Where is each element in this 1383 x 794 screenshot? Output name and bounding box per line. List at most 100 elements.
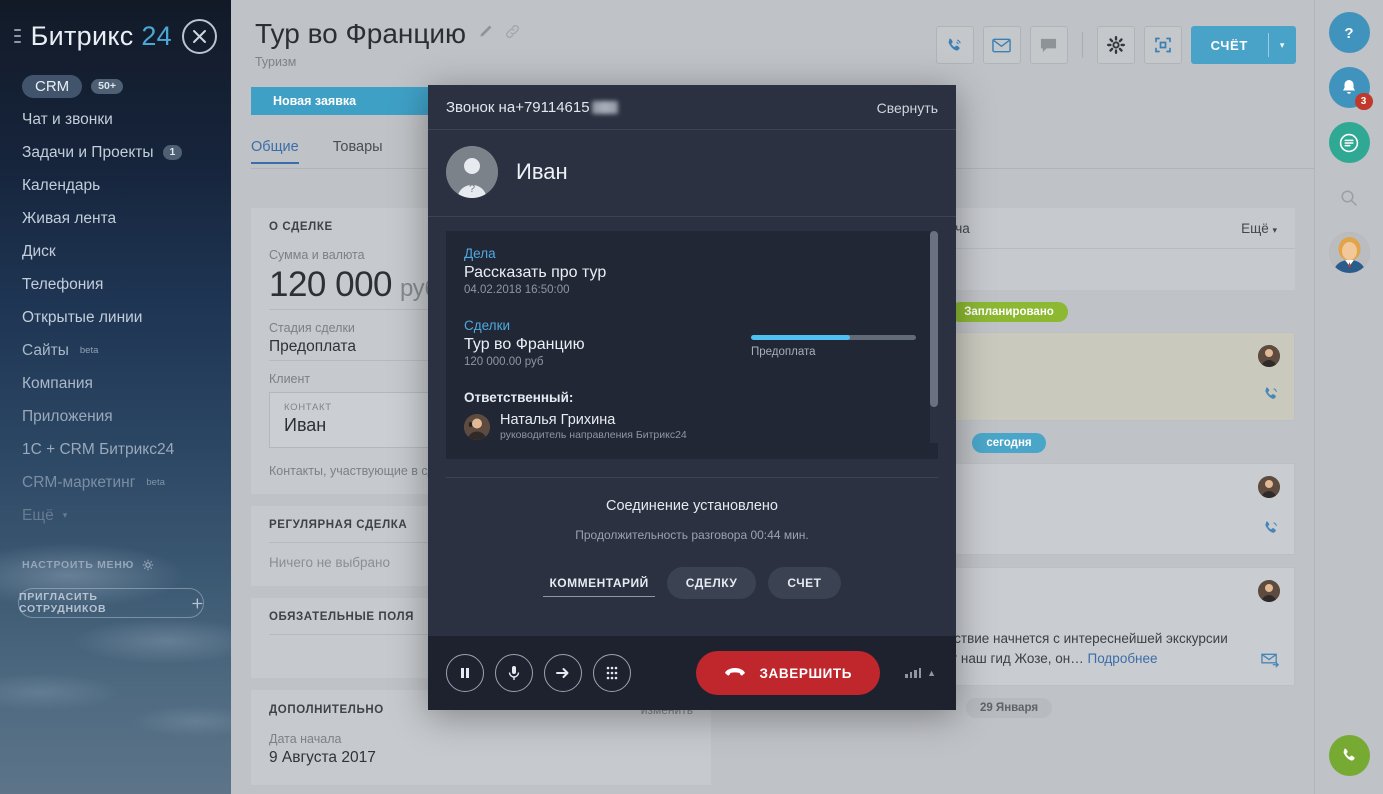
sidebar-item-label: Открытые линии (22, 308, 143, 326)
sidebar-item-badge: 50+ (91, 78, 123, 95)
toolbar-divider (1081, 32, 1083, 58)
search-icon (1341, 189, 1357, 206)
pause-button[interactable] (446, 654, 484, 692)
sidebar-item-calendar[interactable]: Календарь (0, 169, 231, 202)
configure-menu-button[interactable]: Настроить меню (0, 554, 231, 576)
link-icon[interactable] (505, 24, 520, 44)
sidebar-item-label: Календарь (22, 176, 101, 194)
help-button[interactable]: ? (1328, 12, 1370, 53)
plus-icon (192, 597, 203, 609)
sidebar-item-1c-crm[interactable]: 1С + CRM Битрикс24 (0, 433, 231, 466)
sidebar-item-label: Ещё (22, 506, 54, 524)
scrollbar-thumb (930, 231, 938, 407)
active-call-dialog: Звонок на +79114615 Свернуть ? Иван Дела… (428, 85, 956, 710)
sidebar-item-label: Задачи и Проекты (22, 143, 154, 161)
end-call-button[interactable]: ЗАВЕРШИТЬ (696, 651, 881, 695)
minimize-button[interactable]: Свернуть (877, 100, 938, 116)
sidebar-item-chat-calls[interactable]: Чат и звонки (0, 103, 231, 136)
sidebar-item-crm[interactable]: CRM 50+ (0, 70, 231, 103)
call-contact-row: ? Иван (428, 130, 956, 217)
phone-icon (1262, 519, 1280, 542)
pencil-icon[interactable] (478, 24, 493, 44)
tab-general[interactable]: Общие (251, 139, 299, 164)
transfer-button[interactable] (544, 654, 582, 692)
email-button[interactable] (982, 26, 1021, 64)
envelope-forward-icon (1261, 652, 1280, 673)
amount-number: 120 000 (269, 265, 393, 304)
sidebar-item-company[interactable]: Компания (0, 367, 231, 400)
automation-icon (1154, 37, 1171, 53)
sidebar: Битрикс 24 CRM 50+ Чат и звонки Задачи и… (0, 0, 231, 794)
stage-label: Новая заявка (273, 94, 357, 108)
messenger-icon (1339, 133, 1359, 152)
call-button[interactable] (935, 26, 974, 64)
sidebar-item-disk[interactable]: Диск (0, 235, 231, 268)
activity-datetime: 04.02.2018 16:50:00 (464, 284, 570, 296)
sidebar-item-label: Чат и звонки (22, 110, 113, 128)
activities-section-title[interactable]: Дела (464, 246, 920, 261)
phone-icon (948, 38, 961, 51)
deals-section-title[interactable]: Сделки (464, 318, 920, 333)
sidebar-item-badge: 1 (162, 144, 183, 161)
stage-new-request[interactable]: Новая заявка (251, 87, 454, 115)
sidebar-item-label: Телефония (22, 275, 104, 293)
chat-button[interactable] (1029, 26, 1068, 64)
field-label: Дата начала (269, 732, 342, 746)
settings-button[interactable] (1096, 26, 1135, 64)
messenger-button[interactable] (1328, 122, 1370, 163)
tab-products[interactable]: Товары (333, 139, 383, 164)
sidebar-item-applications[interactable]: Приложения (0, 400, 231, 433)
mute-button[interactable] (495, 654, 533, 692)
signal-bars-icon[interactable]: ▲ (905, 668, 936, 678)
progress-label: Предоплата (751, 346, 816, 358)
chat-bubble-icon (1041, 38, 1057, 52)
svg-text:?: ? (1344, 25, 1353, 42)
create-invoice-button[interactable]: СЧЕТ (768, 567, 841, 599)
avatar[interactable] (1328, 232, 1370, 273)
menu-burger-icon[interactable] (14, 29, 21, 43)
gear-icon (142, 559, 154, 571)
sidebar-item-label: Сайты (22, 341, 69, 359)
connection-status: Соединение установлено (605, 498, 779, 514)
sidebar-item-telephony[interactable]: Телефония (0, 268, 231, 301)
chevron-up-icon: ▲ (927, 668, 936, 678)
close-icon[interactable] (182, 18, 217, 54)
sidebar-item-label: Диск (22, 242, 56, 260)
invoice-button[interactable]: СЧЁТ ▾ (1190, 26, 1296, 64)
automation-button[interactable] (1143, 26, 1182, 64)
deal-progress: Предоплата (751, 335, 916, 358)
phone-icon (1262, 385, 1280, 408)
sidebar-item-sites[interactable]: Сайты beta (0, 334, 231, 367)
chevron-down-icon[interactable]: ▾ (1269, 40, 1296, 51)
scrollbar[interactable] (930, 231, 938, 443)
call-fab-button[interactable] (1329, 735, 1370, 776)
call-title-prefix: Звонок на (446, 99, 516, 116)
field-start-date[interactable]: Дата начала 9 Августа 2017 (269, 728, 693, 771)
sidebar-item-more[interactable]: Ещё ▾ (0, 499, 231, 532)
search-button[interactable] (1329, 177, 1370, 218)
microphone-icon (508, 666, 520, 680)
sidebar-item-label: 1С + CRM Битрикс24 (22, 440, 175, 458)
sidebar-item-tasks-projects[interactable]: Задачи и Проекты 1 (0, 136, 231, 169)
beta-tag: beta (79, 345, 99, 356)
timeline-more-button[interactable]: Ещё ▾ (1241, 221, 1277, 236)
call-phone-number: +79114615 (515, 99, 590, 116)
dialpad-button[interactable] (593, 654, 631, 692)
right-rail: ? 3 (1314, 0, 1383, 794)
create-deal-button[interactable]: СДЕЛКУ (666, 567, 757, 599)
sidebar-item-open-lines[interactable]: Открытые линии (0, 301, 231, 334)
sidebar-item-crm-marketing[interactable]: CRM-маркетинг beta (0, 466, 231, 499)
add-comment-button[interactable]: КОММЕНТАРИЙ (543, 567, 656, 599)
sidebar-item-label: CRM (22, 75, 83, 98)
sidebar-item-label: Приложения (22, 407, 113, 425)
call-dialog-title: Звонок на +79114615 (446, 99, 618, 116)
app-root: Битрикс 24 CRM 50+ Чат и звонки Задачи и… (0, 0, 1383, 794)
read-more-link[interactable]: Подробнее (1088, 651, 1158, 666)
sidebar-item-live-feed[interactable]: Живая лента (0, 202, 231, 235)
responsible-label: Ответственный: (464, 390, 574, 405)
invoice-label: СЧЁТ (1210, 37, 1248, 53)
invite-employees-button[interactable]: Пригласить сотрудников (18, 588, 204, 618)
avatar (1258, 580, 1280, 602)
responsible-user[interactable]: Наталья Грихина руководитель направления… (464, 412, 920, 441)
notifications-button[interactable]: 3 (1328, 67, 1373, 110)
